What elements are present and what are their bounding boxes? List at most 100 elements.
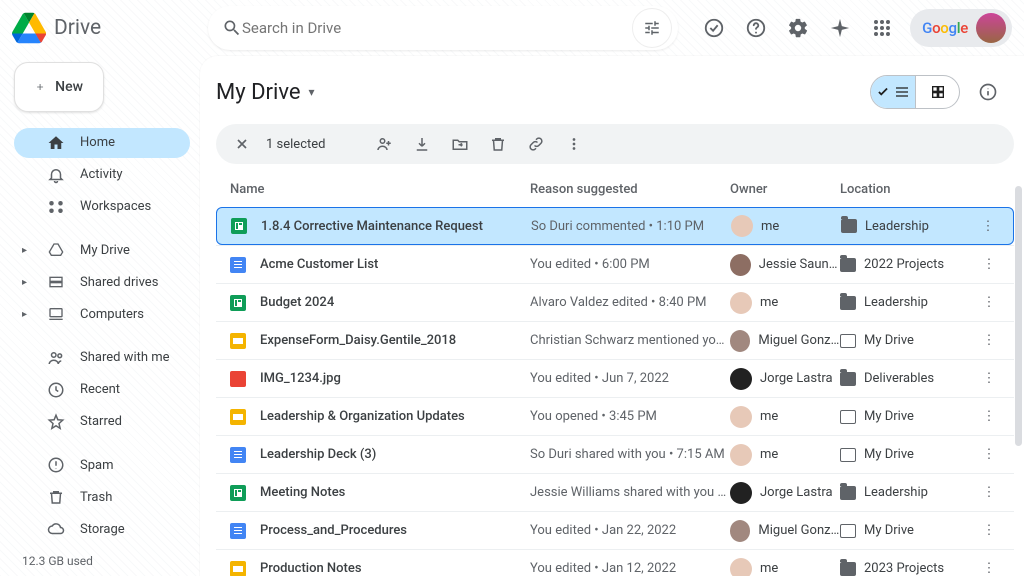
search-options-button[interactable]: [632, 8, 672, 48]
details-button[interactable]: [968, 72, 1008, 112]
owner-name: me: [760, 447, 778, 462]
file-row[interactable]: IMG_1234.jpgYou edited • Jun 7, 2022Jorg…: [216, 359, 1014, 397]
file-row[interactable]: Acme Customer ListYou edited • 6:00 PMJe…: [216, 245, 1014, 283]
sidebar-item-computers[interactable]: ▸Computers: [14, 299, 190, 329]
owner-name: me: [760, 409, 778, 424]
col-name[interactable]: Name: [230, 182, 530, 197]
search-bar[interactable]: [208, 6, 678, 50]
more-actions-button[interactable]: [557, 127, 591, 161]
sidebar-item-recent[interactable]: Recent: [14, 375, 190, 405]
new-button[interactable]: New: [14, 62, 104, 112]
file-reason: So Duri shared with you • 7:15 AM: [530, 447, 730, 462]
sidebar-item-activity[interactable]: Activity: [14, 160, 190, 190]
file-row[interactable]: 1.8.4 Corrective Maintenance Request So D…: [216, 207, 1014, 245]
scrollbar[interactable]: [1015, 186, 1022, 446]
file-name: Process_and_Procedures: [260, 523, 407, 538]
file-row[interactable]: Leadership & Organization UpdatesYou ope…: [216, 397, 1014, 435]
gemini-button[interactable]: [820, 8, 860, 48]
apps-button[interactable]: [862, 8, 902, 48]
selection-bar: 1 selected: [216, 124, 1014, 164]
download-icon: [413, 135, 431, 153]
row-more-button[interactable]: ⋮: [974, 409, 1004, 424]
moveto-button[interactable]: [443, 127, 477, 161]
owner-avatar: [730, 254, 751, 276]
row-more-button[interactable]: ⋮: [974, 561, 1004, 576]
file-row[interactable]: Process_and_ProceduresYou edited • Jan 2…: [216, 511, 1014, 549]
bell-icon: [47, 166, 65, 184]
folder-title[interactable]: My Drive▾: [216, 80, 315, 105]
row-more-button[interactable]: ⋮: [974, 485, 1004, 500]
row-more-button[interactable]: ⋮: [974, 447, 1004, 462]
selection-count: 1 selected: [266, 137, 325, 152]
file-row[interactable]: Budget 2024Alvaro Valdez edited • 8:40 P…: [216, 283, 1014, 321]
help-button[interactable]: [736, 8, 776, 48]
row-more-button[interactable]: ⋮: [974, 257, 1004, 272]
file-row[interactable]: ExpenseForm_Daisy.Gentile_2018Christian …: [216, 321, 1014, 359]
file-reason: So Duri commented • 1:10 PM: [531, 219, 731, 234]
slides-file-icon: [230, 561, 246, 576]
file-reason: You edited • Jan 12, 2022: [530, 561, 730, 576]
row-more-button[interactable]: ⋮: [974, 333, 1004, 348]
sidebar-item-home[interactable]: Home: [14, 128, 190, 158]
sidebar-item-shareddrives[interactable]: ▸Shared drives: [14, 267, 190, 297]
file-name: IMG_1234.jpg: [260, 371, 341, 386]
share-button[interactable]: [367, 127, 401, 161]
help-icon: [745, 17, 767, 39]
folder-icon: [840, 372, 856, 386]
sidebar-item-starred[interactable]: Starred: [14, 407, 190, 437]
row-more-button[interactable]: ⋮: [974, 523, 1004, 538]
brand-name: Drive: [54, 16, 101, 40]
move-folder-icon: [451, 135, 469, 153]
owner-avatar: [730, 292, 752, 314]
file-row[interactable]: Meeting NotesJessie Williams shared with…: [216, 473, 1014, 511]
view-toggle: [870, 75, 960, 109]
col-location[interactable]: Location: [840, 182, 974, 197]
file-row[interactable]: Leadership Deck (3)So Duri shared with y…: [216, 435, 1014, 473]
sidebar: New Home Activity Workspaces ▸My Drive ▸…: [0, 56, 200, 576]
slides-file-icon: [230, 333, 246, 349]
row-more-button[interactable]: ⋮: [973, 219, 1003, 234]
brand[interactable]: Drive: [12, 11, 200, 45]
ready-offline-button[interactable]: [694, 8, 734, 48]
col-owner[interactable]: Owner: [730, 182, 840, 197]
workspaces-icon: [47, 198, 65, 216]
file-name: 1.8.4 Corrective Maintenance Request: [261, 219, 483, 234]
location-name: My Drive: [864, 409, 914, 424]
settings-button[interactable]: [778, 8, 818, 48]
getlink-button[interactable]: [519, 127, 553, 161]
folder-icon: [840, 486, 856, 500]
sidebar-item-storage[interactable]: Storage: [14, 514, 190, 544]
account-switcher[interactable]: Google: [910, 9, 1012, 47]
plus-icon: [35, 77, 45, 97]
grid-view-button[interactable]: [915, 76, 959, 108]
sidebar-item-mydrive[interactable]: ▸My Drive: [14, 235, 190, 265]
check-icon: [876, 85, 890, 99]
row-more-button[interactable]: ⋮: [974, 371, 1004, 386]
owner-name: me: [761, 219, 779, 234]
row-more-button[interactable]: ⋮: [974, 295, 1004, 310]
drive-icon: [48, 242, 64, 258]
list-icon: [894, 84, 910, 100]
list-view-button[interactable]: [871, 76, 915, 108]
gear-icon: [787, 17, 809, 39]
grid-view-icon: [930, 84, 946, 100]
account-avatar: [976, 13, 1006, 43]
file-row[interactable]: Production NotesYou edited • Jan 12, 202…: [216, 549, 1014, 576]
search-input[interactable]: [242, 19, 632, 37]
download-button[interactable]: [405, 127, 439, 161]
img-file-icon: [230, 371, 246, 387]
sidebar-item-spam[interactable]: Spam: [14, 450, 190, 480]
main-panel: My Drive▾ 1 selected Name Reason suggest…: [200, 56, 1024, 576]
sheets-file-icon: [230, 485, 246, 501]
sidebar-item-shared[interactable]: Shared with me: [14, 343, 190, 373]
col-reason[interactable]: Reason suggested: [530, 182, 730, 197]
sidebar-item-trash[interactable]: Trash: [14, 482, 190, 512]
more-vert-icon: [565, 135, 583, 153]
sidebar-item-workspaces[interactable]: Workspaces: [14, 192, 190, 222]
location-name: Leadership: [864, 485, 928, 500]
location-name: 2023 Projects: [864, 561, 944, 576]
shared-drives-icon: [48, 274, 64, 290]
owner-avatar: [730, 406, 752, 428]
clear-selection-button[interactable]: [226, 128, 258, 160]
delete-button[interactable]: [481, 127, 515, 161]
